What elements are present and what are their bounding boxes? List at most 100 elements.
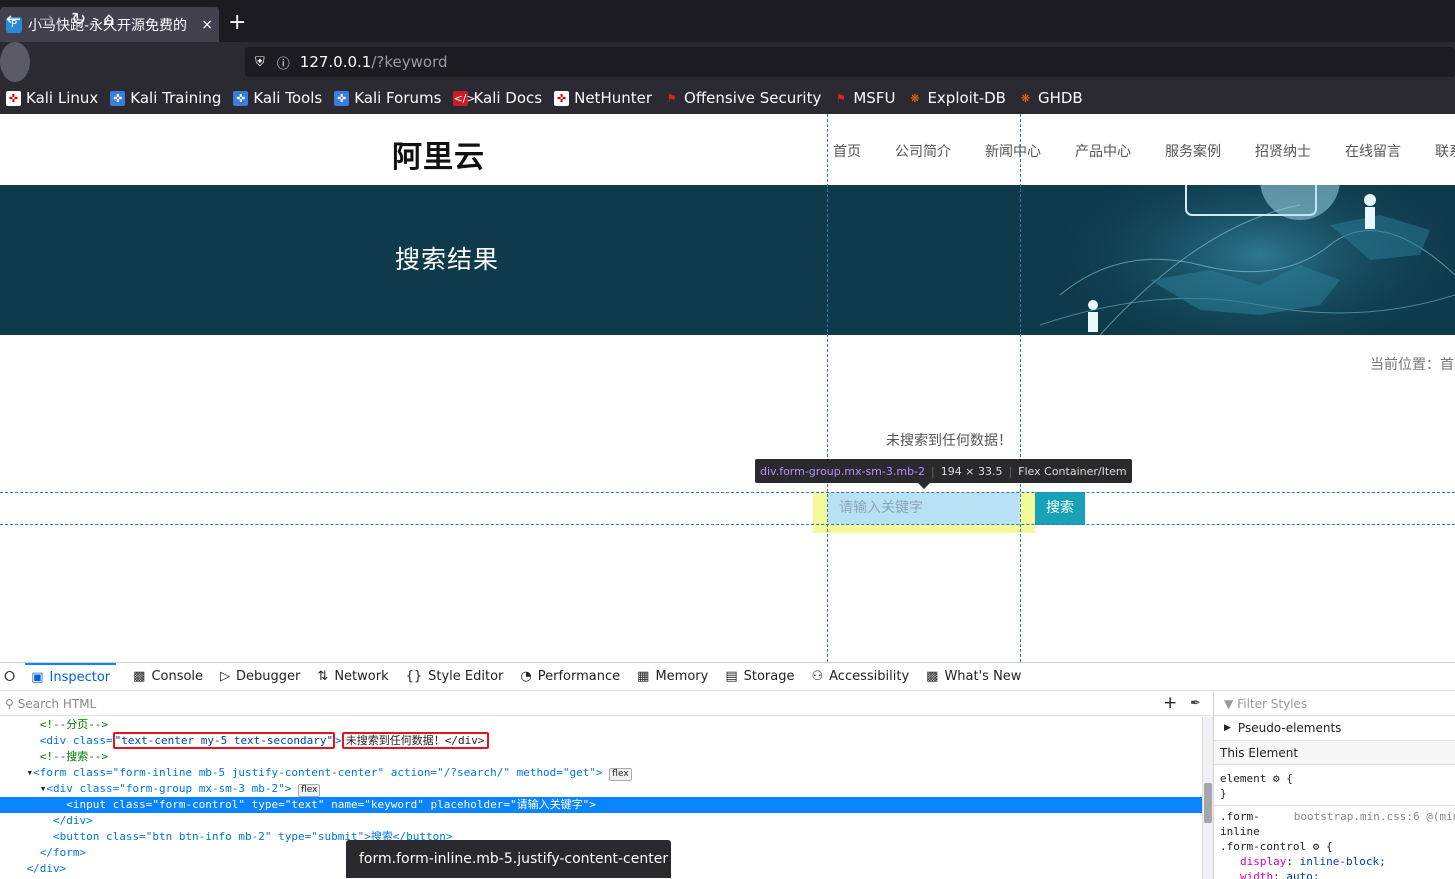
bookmark-kali-forums[interactable]: ✜ Kali Forums xyxy=(334,89,441,107)
markup-line[interactable]: <!--分页--> xyxy=(0,717,1202,733)
style-editor-icon: {} xyxy=(405,669,423,684)
markup-line[interactable]: <div class= "text-center my-5 text-second… xyxy=(0,732,1202,749)
breadcrumb: 当前位置：首 xyxy=(1370,357,1454,373)
rule-selector-line: .form-control ⚙ { xyxy=(1220,840,1333,853)
tab-storage[interactable]: ▤ Storage xyxy=(725,663,794,691)
add-node-icon[interactable]: + xyxy=(1163,693,1177,713)
devtools-toolbar: ⭘ ▣ Inspector ▩ Console ▷ Debugger ⇅ Network… xyxy=(0,662,1455,691)
bookmark-kali-docs[interactable]: </> Kali Docs xyxy=(453,89,542,107)
menu-item-news[interactable]: 新闻中心 xyxy=(985,141,1041,161)
tab-memory[interactable]: ▦ Memory xyxy=(637,663,708,691)
flex-badge[interactable]: flex xyxy=(609,768,632,781)
back-arrow-icon[interactable]: ← xyxy=(6,9,21,30)
highlighter-infobar: div.form-group.mx-sm-3.mb-2 | 194 × 33.5… xyxy=(755,459,1132,483)
bookmark-ghdb[interactable]: ❋ GHDB xyxy=(1018,89,1083,107)
search-icon: ⚲ xyxy=(5,696,14,711)
banner-title: 搜索结果 xyxy=(395,245,500,274)
declaration[interactable]: display: inline-block; xyxy=(1214,854,1455,869)
site-menu: 首页 公司简介 新闻中心 产品中心 服务案例 招贤纳士 在线留言 联系 xyxy=(833,141,1455,161)
guide-line-top xyxy=(0,492,1455,493)
banner-world-map-image xyxy=(1039,185,1455,335)
bookmark-exploit-db[interactable]: ❋ Exploit-DB xyxy=(907,89,1006,107)
guide-line-left xyxy=(827,114,828,662)
element-rule-close: } xyxy=(1220,787,1227,800)
menu-item-products[interactable]: 产品中心 xyxy=(1075,141,1131,161)
pseudo-elements-toggle[interactable]: ▶ Pseudo-elements xyxy=(1214,716,1455,741)
inspector-icon: ▣ xyxy=(31,670,44,685)
page-banner: 搜索结果 xyxy=(0,185,1455,335)
gear-icon[interactable]: ⚙ xyxy=(1313,840,1320,853)
markup-line[interactable]: ▾<div class="form-group mx-sm-3 mb-2"> f… xyxy=(0,781,1202,797)
bookmark-kali-tools[interactable]: ✜ Kali Tools xyxy=(233,89,322,107)
url-path: /?keyword xyxy=(371,53,448,71)
filter-icon: ▼ xyxy=(1224,696,1234,711)
performance-icon: ◔ xyxy=(520,669,532,684)
site-logo[interactable]: 阿里云 xyxy=(392,132,485,176)
rules-panel: ▼ Filter Styles ▶ Pseudo-elements This Ele… xyxy=(1213,692,1455,879)
menu-item-cases[interactable]: 服务案例 xyxy=(1165,141,1221,161)
menu-item-contact[interactable]: 联系 xyxy=(1435,141,1455,161)
bookmark-kali-training[interactable]: ✜ Kali Training xyxy=(110,89,221,107)
tab-inspector[interactable]: ▣ Inspector xyxy=(25,662,117,691)
rule-selector-line: inline xyxy=(1220,825,1260,838)
storage-icon: ▤ xyxy=(725,669,738,684)
tab-network[interactable]: ⇅ Network xyxy=(317,663,388,691)
breadcrumb-tooltip: form.form-inline.mb-5.justify-content-ce… xyxy=(346,840,671,878)
eyedropper-icon[interactable]: ✒ xyxy=(1190,696,1201,711)
filter-styles-input[interactable]: ▼ Filter Styles xyxy=(1214,692,1455,716)
back-button-bg xyxy=(0,42,30,82)
markup-line[interactable]: <!--搜索--> xyxy=(0,749,1202,765)
markup-line[interactable]: ▾<form class="form-inline mb-5 justify-c… xyxy=(0,765,1202,781)
search-button[interactable]: 搜索 xyxy=(1035,492,1085,525)
home-icon[interactable]: ⌂ xyxy=(103,9,114,30)
info-icon[interactable]: ⓘ xyxy=(277,53,290,72)
menu-item-jobs[interactable]: 招贤纳士 xyxy=(1255,141,1311,161)
url-bar[interactable]: ⛨ ⓘ 127.0.0.1/?keyword xyxy=(245,47,1455,77)
annotation-box-class: "text-center my-5 text-secondary" xyxy=(112,732,336,749)
infobar-arrow xyxy=(918,483,930,489)
bookmark-kali-linux[interactable]: ✜ Kali Linux xyxy=(6,89,98,107)
search-html-input[interactable]: ⚲ Search HTML xyxy=(0,692,1212,716)
rule-source-link[interactable]: bootstrap.min.css:6 @(min xyxy=(1294,810,1455,823)
guide-line-bottom xyxy=(0,524,1455,525)
accessibility-icon: ⚇ xyxy=(811,669,824,684)
flex-badge[interactable]: flex xyxy=(298,784,321,797)
bookmarks-toolbar: ✜ Kali Linux ✜ Kali Training ✜ Kali Tools ✜… xyxy=(0,82,1455,114)
shield-icon[interactable]: ⛨ xyxy=(255,55,265,70)
menu-item-about[interactable]: 公司简介 xyxy=(895,141,951,161)
markup-line[interactable]: </div> xyxy=(0,813,1202,829)
tab-whats-new[interactable]: ▩ What's New xyxy=(926,663,1021,691)
infobar-selector: div.form-group.mx-sm-3.mb-2 xyxy=(760,464,926,478)
tab-close-icon[interactable]: × xyxy=(201,17,213,33)
bookmark-nethunter[interactable]: ✜ NetHunter xyxy=(554,89,652,107)
search-input[interactable]: 请输入关键字 xyxy=(827,492,1020,525)
tab-style-editor[interactable]: {} Style Editor xyxy=(406,663,504,691)
markup-line-selected[interactable]: <input class="form-control" type="text" … xyxy=(0,797,1202,813)
bookmark-offensive-security[interactable]: ⚑ Offensive Security xyxy=(664,89,822,107)
gear-icon[interactable]: ⚙ xyxy=(1273,772,1280,785)
this-element-header: This Element xyxy=(1214,741,1455,765)
gift-icon: ▩ xyxy=(926,669,939,684)
bookmark-msfu[interactable]: ⚑ MSFU xyxy=(833,89,896,107)
forward-arrow-icon[interactable]: → xyxy=(39,9,54,30)
menu-item-home[interactable]: 首页 xyxy=(833,141,861,161)
menu-item-message[interactable]: 在线留言 xyxy=(1345,141,1401,161)
tab-performance[interactable]: ◔ Performance xyxy=(520,663,620,691)
scrollbar-thumb[interactable] xyxy=(1204,783,1212,823)
tab-debugger[interactable]: ▷ Debugger xyxy=(220,663,300,691)
site-header: 阿里云 首页 公司简介 新闻中心 产品中心 服务案例 招贤纳士 在线留言 联系 xyxy=(0,114,1455,185)
padding-highlight-bottom xyxy=(813,525,1035,533)
infobar-kind: Flex Container/Item xyxy=(1018,464,1127,478)
tab-console[interactable]: ▩ Console xyxy=(133,663,203,691)
new-tab-icon[interactable]: + xyxy=(228,12,246,34)
devtools-panel: ⭘ ▣ Inspector ▩ Console ▷ Debugger ⇅ Network… xyxy=(0,662,1455,879)
tab-accessibility[interactable]: ⚇ Accessibility xyxy=(811,663,909,691)
debugger-icon: ▷ xyxy=(220,669,231,684)
rule-selector-line[interactable]: .form-bootstrap.min.css:6 @(min xyxy=(1214,805,1455,824)
element-picker-icon[interactable]: ⭘ xyxy=(4,669,15,685)
element-rule[interactable]: element ⚙ { xyxy=(1214,771,1455,786)
reload-icon[interactable]: ↻ xyxy=(71,9,86,30)
console-icon: ▩ xyxy=(133,669,146,684)
memory-icon: ▦ xyxy=(637,669,650,684)
no-data-message: 未搜索到任何数据！ xyxy=(886,433,1012,449)
